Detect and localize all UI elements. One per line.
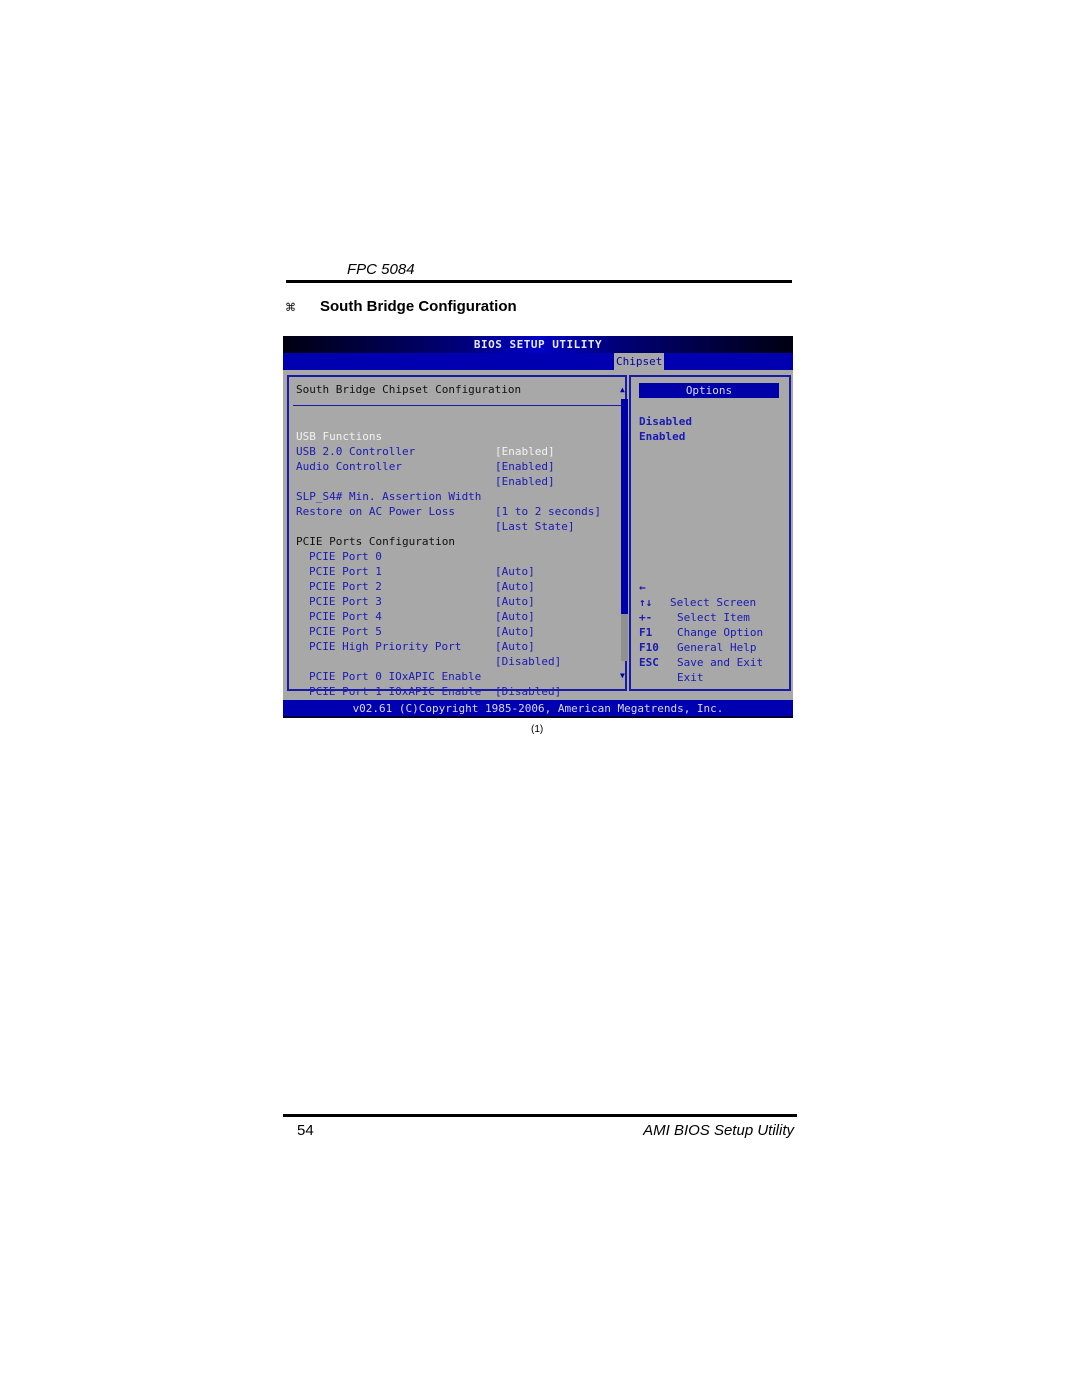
- setting-value[interactable]: [Enabled]: [495, 474, 555, 489]
- setting-value[interactable]: [Auto]: [495, 639, 535, 654]
- setting-row-audio-controller[interactable]: Audio Controller [Enabled]: [289, 444, 555, 488]
- bios-side-panel: Options Disabled Enabled ← Select Screen…: [629, 375, 791, 691]
- setting-label: PCIE Port 0 IOxAPIC Enable: [309, 670, 482, 683]
- key-help-desc: Exit: [677, 671, 704, 684]
- bios-main-panel: South Bridge Chipset Configuration USB F…: [287, 375, 628, 713]
- setting-value[interactable]: [Disabled]: [495, 654, 561, 669]
- setting-label: PCIE High Priority Port: [309, 640, 462, 653]
- setting-value[interactable]: [Disabled]: [495, 684, 561, 699]
- setting-label: Audio Controller: [296, 460, 402, 473]
- setting-row-pcie-port-0[interactable]: PCIE Port 0 [Auto]: [289, 534, 535, 578]
- setting-value[interactable]: [Auto]: [495, 624, 535, 639]
- header-rule: [286, 280, 792, 283]
- scrollbar-track[interactable]: [621, 399, 628, 661]
- key-esc: ESC: [639, 656, 659, 669]
- setting-row-pcie-port-5[interactable]: PCIE Port 5 [Auto]: [289, 609, 535, 653]
- key-help-desc: Save and Exit: [677, 656, 764, 669]
- panel-heading: South Bridge Chipset Configuration: [296, 383, 522, 396]
- setting-row-pcie-high-priority[interactable]: PCIE High Priority Port [Disabled]: [289, 624, 561, 668]
- setting-value[interactable]: [Auto]: [495, 579, 535, 594]
- setting-row-restore-ac[interactable]: Restore on AC Power Loss [Last State]: [289, 489, 574, 533]
- key-help-select-item: ↑↓ Select Item: [639, 580, 750, 624]
- key-help-desc: General Help: [677, 641, 757, 654]
- heading-divider: [293, 405, 621, 406]
- section-bullet-icon: ⌘: [285, 302, 296, 314]
- option-item-enabled[interactable]: Enabled: [639, 429, 685, 444]
- footer-rule: [283, 1114, 797, 1117]
- setting-value[interactable]: [Auto]: [495, 594, 535, 609]
- key-help-general-help: F1 General Help: [639, 610, 756, 654]
- section-title: South Bridge Configuration: [320, 298, 517, 315]
- key-help-save-exit: F10 Save and Exit: [639, 625, 763, 669]
- options-header: Options: [639, 383, 779, 398]
- setting-label: Restore on AC Power Loss: [296, 505, 455, 518]
- key-help-select-screen: ← Select Screen: [639, 565, 756, 609]
- setting-row-pcie-port-4[interactable]: PCIE Port 4 [Auto]: [289, 594, 535, 638]
- setting-label: PCIE Port 1 IOxAPIC Enable: [309, 685, 482, 698]
- setting-value[interactable]: [Enabled]: [495, 459, 555, 474]
- key-help-exit: ESC Exit: [639, 640, 704, 684]
- key-help-change-option: +- Change Option: [639, 595, 763, 639]
- page-number: 54: [297, 1122, 314, 1139]
- scrollbar-thumb[interactable]: [621, 399, 628, 614]
- bios-footer-edge: [283, 716, 793, 718]
- bios-title-bar: BIOS SETUP UTILITY: [283, 336, 793, 353]
- key-help-desc: Select Screen: [670, 596, 757, 609]
- document-header-title: FPC 5084: [347, 261, 415, 278]
- setting-row-slp-s4[interactable]: SLP_S4# Min. Assertion Width [1 to 2 sec…: [289, 474, 601, 518]
- setting-row-pcie-port1-ioxapic[interactable]: PCIE Port 1 IOxAPIC Enable [Disabled]: [289, 669, 561, 713]
- setting-value[interactable]: [Auto]: [495, 609, 535, 624]
- setting-row-pcie-port-1[interactable]: PCIE Port 1 [Auto]: [289, 549, 535, 593]
- setting-value[interactable]: [1 to 2 seconds]: [495, 504, 601, 519]
- bios-screenshot: BIOS SETUP UTILITY Chipset South Bridge …: [283, 336, 793, 718]
- setting-value[interactable]: [Last State]: [495, 519, 574, 534]
- bios-tab-bar: Chipset: [283, 353, 793, 370]
- figure-caption: (1): [531, 724, 544, 735]
- setting-row-pcie-port0-ioxapic[interactable]: PCIE Port 0 IOxAPIC Enable [Disabled]: [289, 654, 561, 698]
- key-help-desc: Change Option: [677, 626, 764, 639]
- scroll-up-icon[interactable]: ▲: [620, 385, 625, 394]
- setting-row-usb-functions[interactable]: USB Functions [Enabled]: [289, 414, 555, 458]
- setting-row-pcie-port-3[interactable]: PCIE Port 3 [Auto]: [289, 579, 535, 623]
- option-item-disabled[interactable]: Disabled: [639, 414, 692, 429]
- tab-chipset[interactable]: Chipset: [614, 353, 665, 370]
- key-help-desc: Select Item: [677, 611, 750, 624]
- scroll-down-icon[interactable]: ▼: [620, 671, 625, 680]
- setting-row-pcie-port-2[interactable]: PCIE Port 2 [Auto]: [289, 564, 535, 608]
- group-heading-pcie: PCIE Ports Configuration: [289, 519, 455, 548]
- bios-footer: v02.61 (C)Copyright 1985-2006, American …: [283, 700, 793, 717]
- setting-value[interactable]: [Enabled]: [495, 444, 555, 459]
- setting-row-usb2-controller[interactable]: USB 2.0 Controller [Enabled]: [289, 429, 555, 473]
- document-footer-title: AMI BIOS Setup Utility: [643, 1122, 794, 1139]
- setting-value[interactable]: [Auto]: [495, 564, 535, 579]
